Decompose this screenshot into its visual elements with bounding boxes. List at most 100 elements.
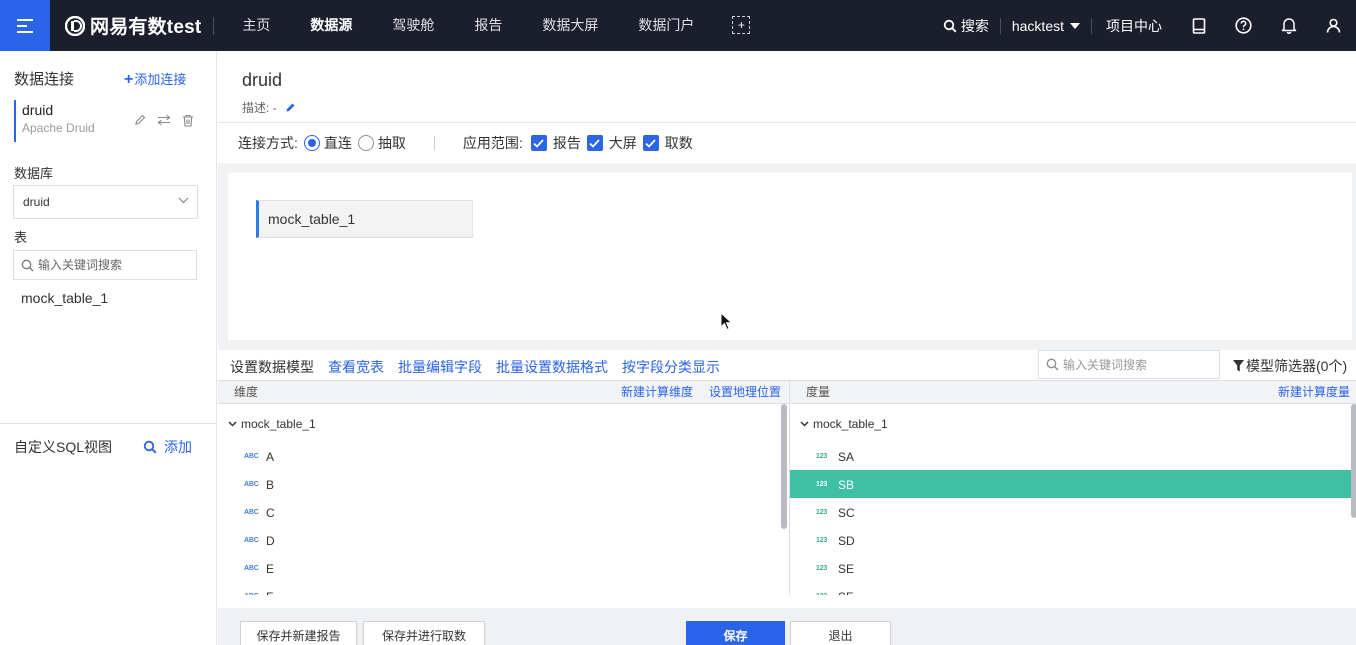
checkbox-query[interactable]: [642, 135, 659, 151]
database-value: druid: [23, 195, 50, 209]
field-name: SD: [838, 533, 855, 548]
measure-group[interactable]: mock_table_1: [800, 417, 888, 431]
help-icon[interactable]: [1221, 0, 1266, 51]
string-type-icon: ABC: [244, 583, 266, 595]
edit-icon[interactable]: [132, 112, 148, 128]
number-type-icon: 123: [816, 583, 838, 595]
measure-panel: 度量 新建计算度量 mock_table_1 123 SA 123 SB 123 SC…: [790, 380, 1356, 595]
model-toolbar: 设置数据模型 查看宽表 批量编辑字段 批量设置数据格式 按字段分类显示 模型筛选…: [218, 350, 1356, 380]
dimension-field-row[interactable]: ABC E: [218, 554, 789, 582]
model-canvas[interactable]: mock_table_1: [228, 173, 1352, 340]
book-icon[interactable]: [1176, 0, 1221, 51]
model-filter-button[interactable]: 模型筛选器(0个): [1233, 356, 1347, 376]
checkbox-report-label: 报告: [552, 135, 581, 151]
radio-extract[interactable]: [357, 135, 374, 151]
menu-icon[interactable]: [0, 0, 50, 51]
dimension-group[interactable]: mock_table_1: [228, 417, 316, 431]
custom-sql-add-label: 添加: [164, 439, 192, 455]
brand[interactable]: 网易有数test: [50, 0, 213, 51]
string-type-icon: ABC: [244, 536, 259, 544]
new-calc-measure-link[interactable]: 新建计算度量: [1278, 381, 1350, 403]
checkbox-big-screen[interactable]: [586, 135, 603, 151]
nav-datasource[interactable]: 数据源: [290, 0, 372, 51]
chevron-down-icon: [228, 421, 237, 427]
user-dropdown[interactable]: hacktest: [1001, 0, 1091, 51]
canvas-table-card[interactable]: mock_table_1: [256, 200, 473, 238]
brand-name: 网易有数test: [90, 17, 202, 38]
measure-field-row[interactable]: 123 SD: [790, 526, 1356, 554]
dimension-field-row[interactable]: ABC B: [218, 470, 789, 498]
search-button[interactable]: 搜索: [932, 0, 1000, 51]
brand-divider: [213, 16, 215, 35]
dimension-field-row[interactable]: ABCF: [218, 582, 789, 595]
dimension-field-row[interactable]: ABC A: [218, 442, 789, 470]
measure-field-row[interactable]: 123 SE: [790, 554, 1356, 582]
nav-big-screen[interactable]: 数据大屏: [522, 0, 618, 51]
number-type-icon: 123: [816, 452, 828, 460]
table-list-item[interactable]: mock_table_1: [21, 290, 108, 306]
page-title: druid: [242, 70, 283, 90]
connection-settings: 连接方式: 直连 抽取 应用范围: 报告 大屏 取数: [238, 133, 693, 153]
radio-direct[interactable]: [303, 135, 320, 151]
field-name: SA: [838, 449, 855, 464]
field-name: SF: [838, 590, 853, 595]
add-tab-icon[interactable]: +: [732, 16, 751, 34]
model-canvas-area: mock_table_1: [218, 163, 1356, 350]
measure-field-row-selected[interactable]: 123 SB: [790, 470, 1356, 498]
measure-scrollbar[interactable]: [1351, 404, 1356, 518]
field-name: SE: [838, 561, 855, 576]
scope-label: 应用范围:: [462, 135, 523, 151]
database-label: 数据库: [14, 166, 54, 181]
custom-sql-add-button[interactable]: 添加: [143, 437, 192, 457]
exit-button[interactable]: 退出: [790, 621, 891, 645]
edit-icon[interactable]: [285, 102, 296, 113]
plus-icon: +: [124, 71, 134, 88]
measure-field-row[interactable]: 123SF: [790, 582, 1356, 595]
nav-cockpit[interactable]: 驾驶舱: [372, 0, 454, 51]
user-icon[interactable]: [1311, 0, 1356, 51]
dimension-field-row[interactable]: ABC D: [218, 526, 789, 554]
dimension-field-row[interactable]: ABC C: [218, 498, 789, 526]
table-search-input[interactable]: [38, 258, 188, 272]
save-and-new-report-button[interactable]: 保存并新建报告: [240, 621, 357, 645]
nav-home[interactable]: 主页: [222, 0, 290, 51]
description: 描述: -: [242, 99, 296, 116]
connection-item-druid[interactable]: druid Apache Druid: [14, 100, 204, 142]
measure-field-row[interactable]: 123 SC: [790, 498, 1356, 526]
number-type-icon: 123: [816, 536, 828, 544]
description-text: 描述: -: [242, 101, 277, 115]
dimension-panel: 维度 新建计算维度 设置地理位置 mock_table_1 ABC A ABC B …: [218, 380, 790, 595]
bell-icon[interactable]: [1266, 0, 1311, 51]
mouse-cursor-icon: [720, 312, 733, 331]
nav-report[interactable]: 报告: [454, 0, 522, 51]
checkbox-report[interactable]: [530, 135, 547, 151]
switch-icon[interactable]: [156, 112, 172, 128]
group-by-category-link[interactable]: 按字段分类显示: [622, 357, 720, 377]
measure-field-row[interactable]: 123 SA: [790, 442, 1356, 470]
nav-data-portal[interactable]: 数据门户: [618, 0, 714, 51]
project-center-link[interactable]: 项目中心: [1092, 0, 1176, 51]
delete-icon[interactable]: [180, 112, 196, 128]
set-geo-location-link[interactable]: 设置地理位置: [709, 381, 781, 403]
field-name: SC: [838, 505, 855, 520]
connection-mode-label: 连接方式:: [238, 135, 298, 151]
database-select[interactable]: druid: [13, 185, 198, 219]
string-type-icon: ABC: [244, 480, 259, 488]
field-name: C: [266, 505, 275, 520]
field-search-input[interactable]: [1063, 357, 1208, 372]
field-name: D: [266, 533, 275, 548]
caret-down-icon: [1070, 22, 1080, 29]
model-settings-label: 设置数据模型: [230, 359, 314, 375]
batch-edit-fields-link[interactable]: 批量编辑字段: [398, 357, 482, 377]
batch-format-link[interactable]: 批量设置数据格式: [496, 357, 608, 377]
brand-logo-icon: [65, 15, 85, 36]
user-name: hacktest: [1011, 17, 1064, 34]
save-button[interactable]: 保存: [686, 621, 785, 645]
table-label: 表: [14, 230, 28, 245]
new-calc-dimension-link[interactable]: 新建计算维度: [621, 381, 693, 403]
add-connection-button[interactable]: +添加连接: [124, 69, 186, 89]
view-wide-table-link[interactable]: 查看宽表: [328, 357, 384, 377]
save-and-query-button[interactable]: 保存并进行取数: [363, 621, 485, 645]
field-name: A: [266, 449, 275, 464]
dimension-scrollbar[interactable]: [781, 404, 787, 529]
